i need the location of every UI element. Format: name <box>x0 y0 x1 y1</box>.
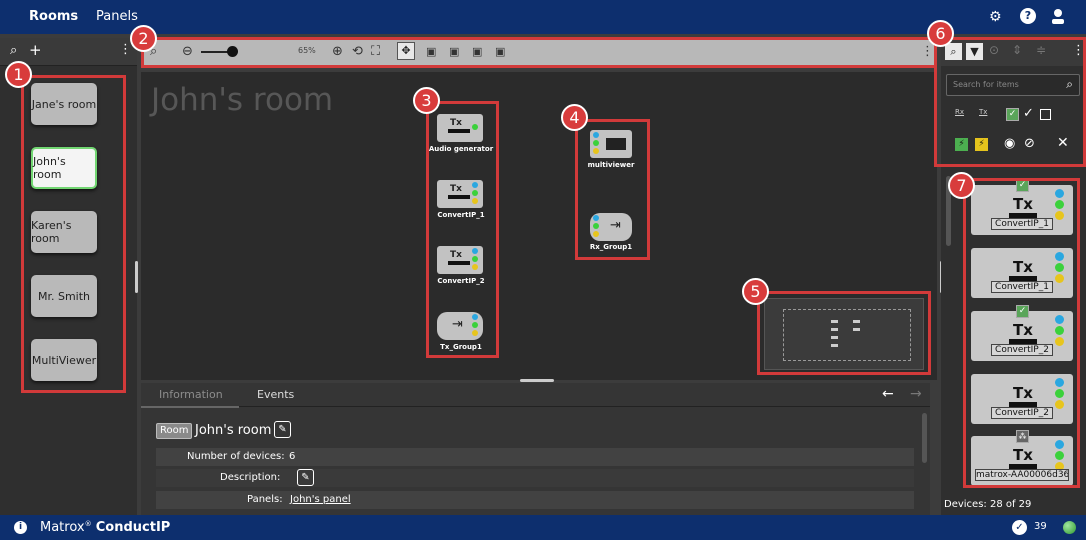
tab-information[interactable]: Information <box>159 388 223 401</box>
tab-events[interactable]: Events <box>257 388 294 401</box>
canvas-room-title: John's room <box>151 82 334 118</box>
user-icon[interactable] <box>1051 8 1065 24</box>
prop-row-devices: Number of devices: 6 <box>156 448 914 466</box>
top-bar: Rooms Panels ⚙ ? <box>0 0 1086 34</box>
status-indicator-icon[interactable] <box>1063 521 1076 534</box>
callout-badge: 3 <box>413 87 440 114</box>
search-icon[interactable]: ⌕ <box>10 43 17 58</box>
highlight-box-7 <box>963 178 1080 488</box>
brand-logo: Matrox® ConductIP <box>40 520 171 535</box>
tab-panels[interactable]: Panels <box>96 9 138 24</box>
room-name: John's room <box>195 423 272 438</box>
status-bar: i Matrox® ConductIP ✓ 39 <box>0 515 1086 540</box>
more-icon[interactable]: ⋮ <box>119 42 132 57</box>
info-tabs: Information Events ← → <box>141 383 930 408</box>
tab-rooms[interactable]: Rooms <box>29 9 78 24</box>
panel-link[interactable]: John's panel <box>290 494 351 505</box>
edit-icon[interactable]: ✎ <box>297 469 314 486</box>
badge-check-icon[interactable]: ✓ <box>1012 520 1027 535</box>
info-panel: Information Events ← → Room John's room … <box>141 383 930 515</box>
room-tag: Room <box>156 423 193 439</box>
help-icon[interactable]: ? <box>1020 8 1036 24</box>
edit-icon[interactable]: ✎ <box>274 421 291 438</box>
highlight-box-1 <box>21 75 126 393</box>
bottom-splitter-handle[interactable] <box>520 379 554 382</box>
callout-badge: 6 <box>927 20 954 47</box>
highlight-box-4 <box>575 119 650 260</box>
highlight-box-5 <box>757 291 931 375</box>
prop-row-panels: Panels: John's panel <box>156 491 914 509</box>
left-splitter-handle[interactable] <box>135 261 138 293</box>
info-scrollbar[interactable] <box>922 413 927 463</box>
callout-badge: 4 <box>561 104 588 131</box>
highlight-box-3 <box>426 101 499 358</box>
add-icon[interactable]: + <box>29 41 42 59</box>
devices-value: 6 <box>289 451 296 462</box>
callout-badge: 1 <box>5 61 32 88</box>
forward-arrow-icon[interactable]: → <box>910 386 922 402</box>
prop-row-description: Description: ✎ <box>156 469 914 487</box>
callout-badge: 2 <box>130 25 157 52</box>
devices-count: Devices: 28 of 29 <box>944 499 1032 510</box>
highlight-box-2 <box>141 37 937 68</box>
info-icon[interactable]: i <box>14 521 27 534</box>
back-arrow-icon[interactable]: ← <box>882 386 894 402</box>
callout-badge: 5 <box>742 278 769 305</box>
callout-badge: 7 <box>948 172 975 199</box>
gear-icon[interactable]: ⚙ <box>989 9 1002 25</box>
notification-count: 39 <box>1034 521 1047 532</box>
highlight-box-6 <box>934 37 1086 167</box>
